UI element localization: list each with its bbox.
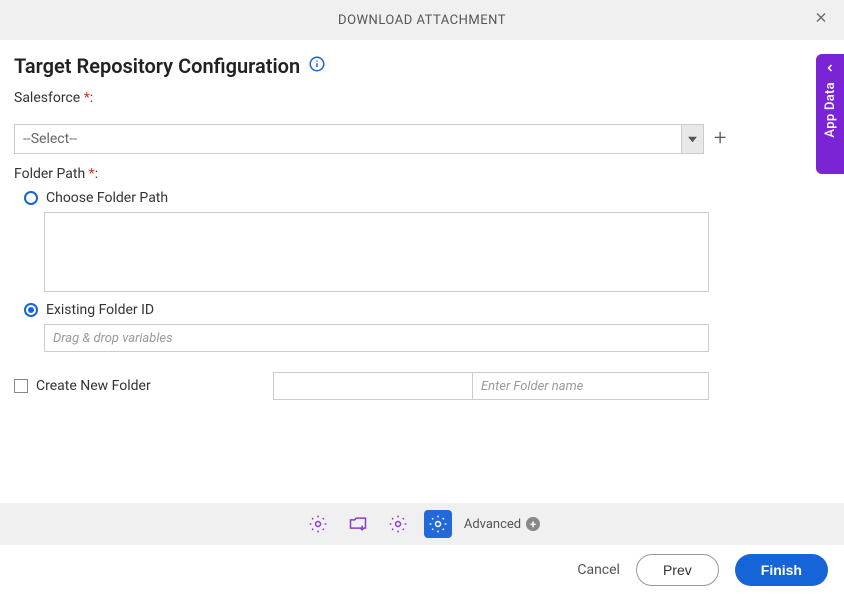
radio-icon (24, 303, 38, 317)
radio-choose-folder[interactable]: Choose Folder Path (24, 190, 830, 206)
cancel-button[interactable]: Cancel (577, 562, 620, 578)
existing-folder-id-input[interactable]: Drag & drop variables (44, 324, 709, 352)
gear-icon-active[interactable] (424, 510, 452, 538)
add-salesforce-button[interactable]: + (714, 128, 726, 150)
create-folder-row: Create New Folder Enter Folder name (14, 372, 709, 400)
radio-existing-label: Existing Folder ID (46, 302, 154, 318)
advanced-text: Advanced (464, 517, 521, 532)
salesforce-select[interactable]: --Select-- (14, 124, 704, 154)
close-icon[interactable] (813, 10, 829, 31)
folder-name-input[interactable]: Enter Folder name (473, 372, 709, 400)
page-title: Target Repository Configuration (14, 54, 300, 78)
create-folder-checkbox[interactable] (14, 379, 28, 393)
dropdown-arrow-icon (681, 125, 703, 153)
existing-folder-placeholder: Drag & drop variables (53, 331, 173, 346)
folder-path-label: Folder Path *: (14, 166, 830, 182)
folder-name-group: Enter Folder name (273, 372, 709, 400)
advanced-button[interactable]: Advanced + (464, 517, 540, 532)
page-title-row: Target Repository Configuration (14, 54, 830, 78)
finish-button[interactable]: Finish (735, 554, 828, 586)
gear-icon-2[interactable] (384, 510, 412, 538)
content-area: Target Repository Configuration Salesfor… (0, 40, 844, 400)
radio-icon (24, 191, 38, 205)
app-data-tab[interactable]: App Data (816, 54, 844, 174)
info-icon[interactable] (308, 55, 326, 77)
bottom-toolbar: Advanced + (0, 503, 844, 545)
choose-folder-path-box[interactable] (44, 212, 709, 292)
radio-choose-label: Choose Folder Path (46, 190, 168, 206)
dialog-title: DOWNLOAD ATTACHMENT (338, 13, 506, 28)
app-data-label: App Data (823, 82, 838, 138)
create-folder-label: Create New Folder (36, 378, 151, 394)
chevron-left-icon (824, 62, 836, 78)
salesforce-row: --Select-- + (14, 124, 830, 154)
prev-button[interactable]: Prev (636, 554, 719, 586)
folder-download-icon[interactable] (344, 510, 372, 538)
folder-name-placeholder: Enter Folder name (481, 379, 583, 394)
salesforce-select-value: --Select-- (23, 131, 77, 147)
dialog-header: DOWNLOAD ATTACHMENT (0, 0, 844, 40)
radio-existing-folder[interactable]: Existing Folder ID (24, 302, 830, 318)
plus-circle-icon: + (526, 517, 540, 531)
gear-icon[interactable] (304, 510, 332, 538)
salesforce-label: Salesforce *: (14, 90, 830, 106)
folder-name-prefix-input[interactable] (273, 372, 473, 400)
footer: Cancel Prev Finish (0, 545, 844, 595)
